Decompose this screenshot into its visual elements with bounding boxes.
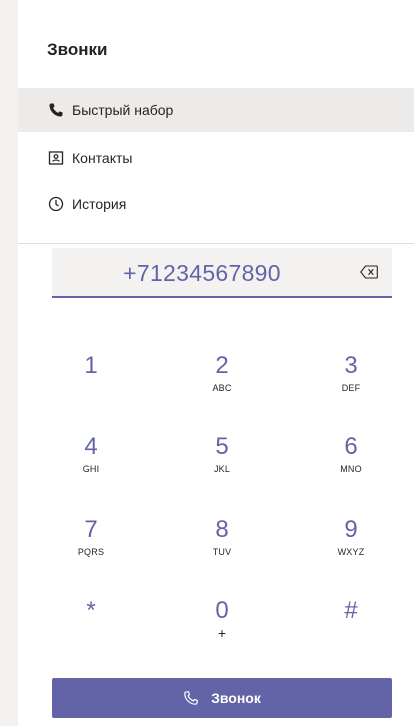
dial-key-0[interactable]: 0 + [177, 597, 267, 671]
phone-icon [49, 103, 63, 117]
key-letters: PQRS [77, 547, 105, 557]
nav-item-history[interactable]: История [18, 182, 414, 226]
dial-key-7[interactable]: 7 PQRS [46, 516, 136, 590]
key-digit: 2 [215, 352, 229, 379]
dial-key-star[interactable]: * [46, 597, 136, 671]
dial-key-3[interactable]: 3 DEF [306, 352, 396, 426]
dial-number-input[interactable]: +71234567890 [52, 260, 352, 287]
calls-panel: Звонки Быстрый набор Контакты История +7… [18, 0, 414, 726]
key-digit: 3 [344, 352, 358, 379]
key-digit: 9 [344, 516, 358, 543]
dial-key-1[interactable]: 1 [46, 352, 136, 426]
nav-item-voicemail[interactable]: Г [18, 228, 414, 243]
dial-key-9[interactable]: 9 WXYZ [306, 516, 396, 590]
contact-card-icon [48, 151, 64, 165]
key-letters: ABC [212, 383, 232, 393]
clock-icon [48, 196, 64, 212]
key-digit: 0 [215, 597, 229, 624]
key-digit: 7 [84, 516, 98, 543]
key-letters: TUV [212, 547, 232, 557]
key-letters: DEF [341, 383, 361, 393]
dial-key-5[interactable]: 5 JKL [177, 433, 267, 507]
phone-icon [184, 691, 198, 705]
key-digit: 1 [84, 352, 98, 379]
nav-item-label: Быстрый набор [72, 102, 174, 118]
dial-key-6[interactable]: 6 MNO [306, 433, 396, 507]
key-letters: GHI [82, 464, 100, 474]
key-digit: 4 [84, 433, 98, 460]
dial-key-hash[interactable]: # [306, 597, 396, 671]
call-button-label: Звонок [211, 690, 261, 706]
nav-item-label: История [72, 196, 127, 212]
key-letters: + [217, 625, 227, 641]
calls-header: Звонки [18, 0, 414, 96]
dial-key-2[interactable]: 2 ABC [177, 352, 267, 426]
nav-item-contacts[interactable]: Контакты [18, 136, 414, 180]
page-title: Звонки [47, 40, 108, 59]
key-digit: 5 [215, 433, 229, 460]
key-digit: 6 [344, 433, 358, 460]
key-letters: WXYZ [337, 547, 365, 557]
nav-divider [18, 243, 414, 244]
dial-key-4[interactable]: 4 GHI [46, 433, 136, 507]
key-letters: MNO [340, 464, 362, 474]
call-button[interactable]: Звонок [52, 678, 392, 718]
calls-nav: Быстрый набор Контакты История Г [18, 88, 414, 243]
key-digit: 8 [215, 516, 229, 543]
dial-number-field[interactable]: +71234567890 [52, 248, 392, 298]
key-letters: JKL [213, 464, 231, 474]
backspace-icon[interactable] [360, 265, 378, 279]
dial-key-8[interactable]: 8 TUV [177, 516, 267, 590]
nav-item-label: Контакты [72, 150, 133, 166]
key-digit: # [344, 597, 358, 624]
nav-item-speed-dial[interactable]: Быстрый набор [18, 88, 414, 132]
key-digit: * [86, 597, 96, 624]
